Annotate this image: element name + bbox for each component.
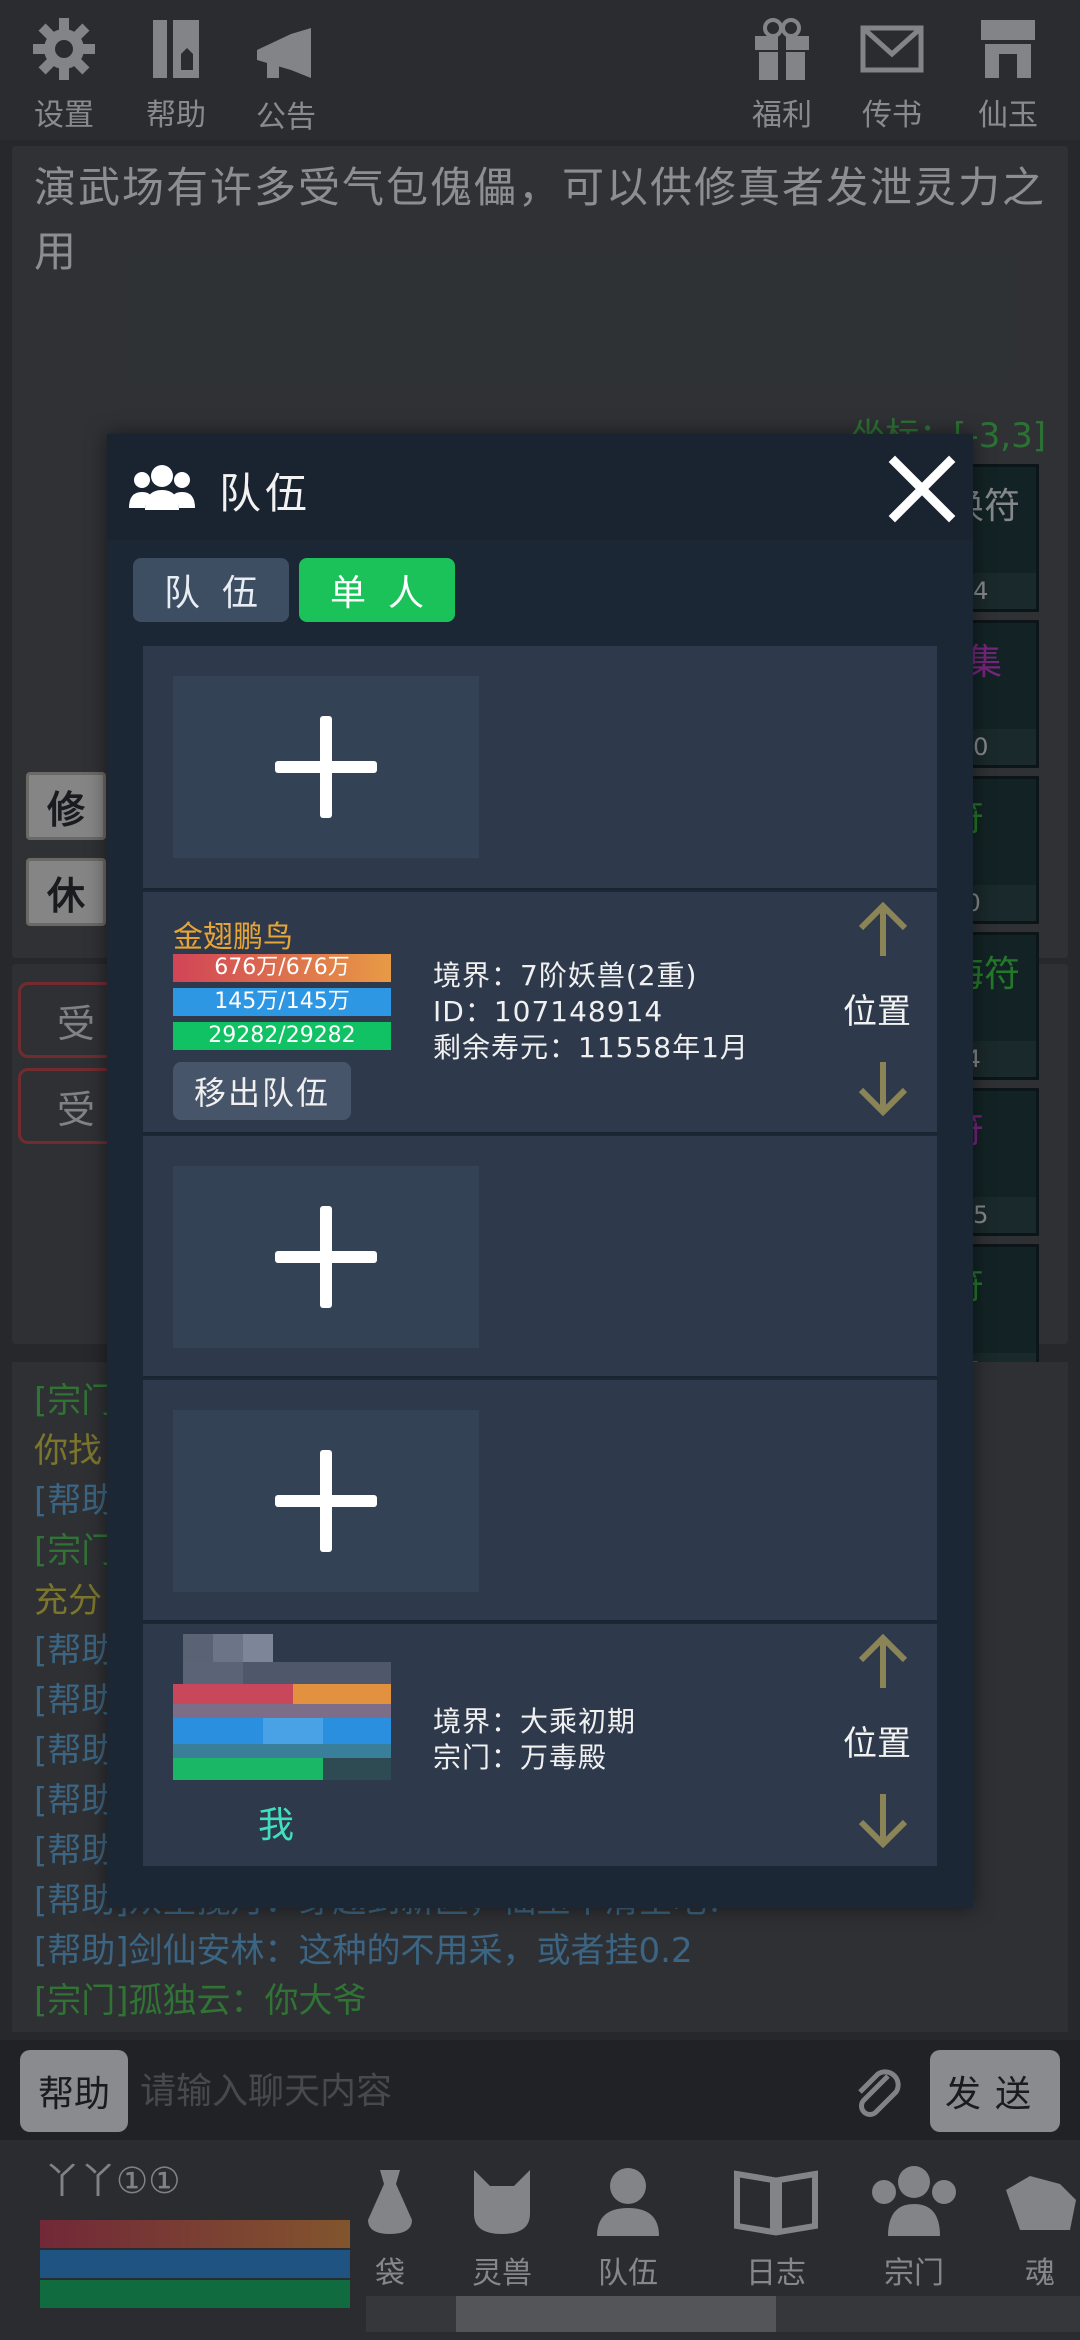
self-realm: 境界：大乘初期 — [433, 1705, 637, 1738]
team-slot-3 — [143, 1136, 937, 1378]
add-member-button[interactable] — [173, 1410, 479, 1592]
move-down-arrow-icon[interactable] — [853, 1790, 913, 1850]
plus-icon — [275, 1206, 377, 1308]
modal-header: 队伍 — [107, 434, 973, 540]
tab-team[interactable]: 队伍 — [133, 558, 289, 622]
add-member-button[interactable] — [173, 676, 479, 858]
team-icon — [129, 465, 195, 510]
remove-from-team-button[interactable]: 移出队伍 — [173, 1062, 351, 1120]
team-slot-1 — [143, 646, 937, 890]
close-icon[interactable] — [887, 454, 957, 524]
team-slot-2: 金翅鹏鸟 676万/676万 145万/145万 29282/29282 移出队… — [143, 892, 937, 1134]
member-realm: 境界：7阶妖兽(2重) — [433, 959, 698, 992]
modal-title: 队伍 — [219, 469, 312, 518]
member-id: ID：107148914 — [433, 995, 664, 1028]
self-sect: 宗门：万毒殿 — [433, 1741, 608, 1774]
self-label: 我 — [258, 1805, 295, 1846]
position-label: 位置 — [843, 1724, 911, 1764]
add-member-button[interactable] — [173, 1166, 479, 1348]
team-modal: 队伍 队伍 单人 金翅鹏鸟 676万/676万 145万/145万 29282/… — [107, 434, 973, 1908]
team-slot-4 — [143, 1380, 937, 1622]
member-mp-bar: 145万/145万 — [173, 988, 391, 1016]
member-hp-bar: 676万/676万 — [173, 954, 391, 982]
move-up-arrow-icon[interactable] — [853, 900, 913, 960]
team-slot-self: 我 境界：大乘初期 宗门：万毒殿 位置 — [143, 1624, 937, 1866]
move-up-arrow-icon[interactable] — [853, 1632, 913, 1692]
plus-icon — [275, 716, 377, 818]
plus-icon — [275, 1450, 377, 1552]
member-lifespan: 剩余寿元：11558年1月 — [433, 1031, 749, 1064]
member-stamina-bar: 29282/29282 — [173, 1022, 391, 1050]
move-down-arrow-icon[interactable] — [853, 1058, 913, 1118]
self-avatar-blurred — [173, 1634, 391, 1780]
member-name: 金翅鹏鸟 — [173, 920, 293, 955]
position-label: 位置 — [843, 992, 911, 1032]
tab-solo[interactable]: 单人 — [299, 558, 455, 622]
